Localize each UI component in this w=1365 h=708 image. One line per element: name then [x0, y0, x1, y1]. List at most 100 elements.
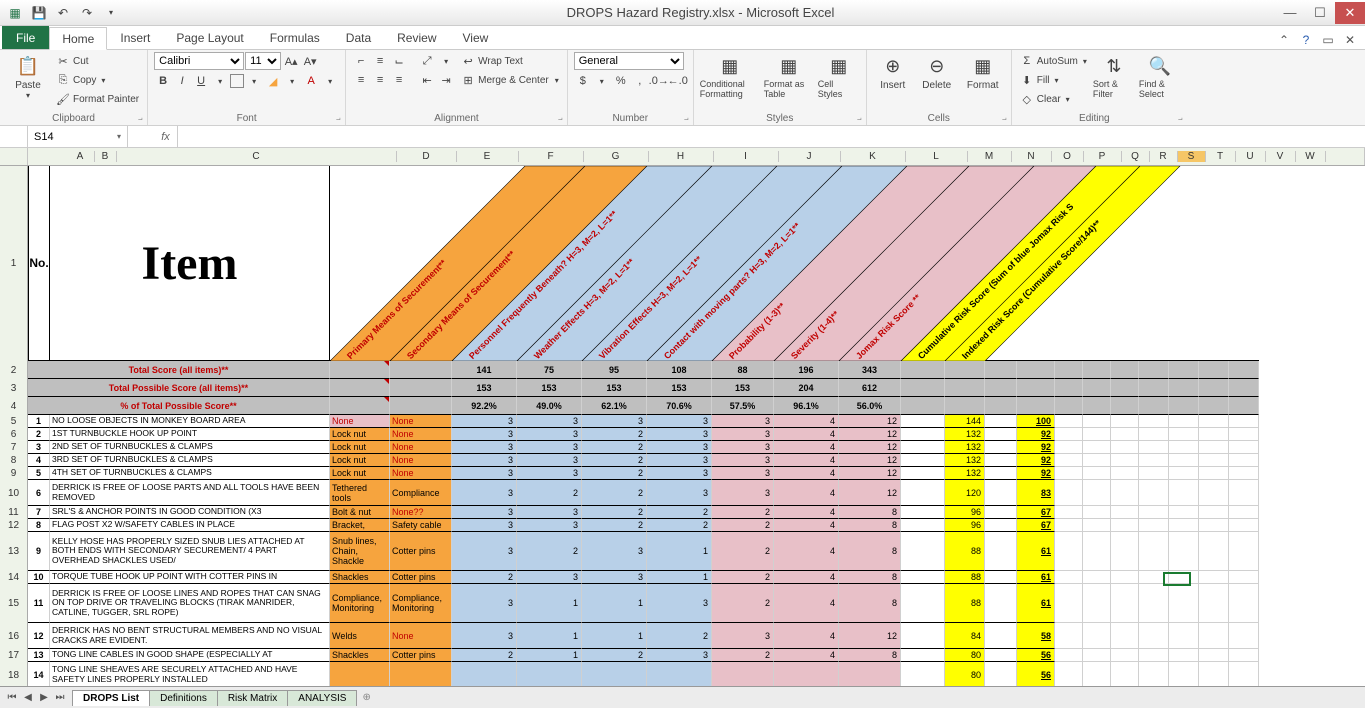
- cell[interactable]: DERRICK HAS NO BENT STRUCTURAL MEMBERS A…: [50, 623, 330, 649]
- cell[interactable]: FLAG POST X2 W/SAFETY CABLES IN PLACE: [50, 519, 330, 532]
- cell[interactable]: [1139, 415, 1169, 428]
- formula-input[interactable]: [178, 126, 1365, 147]
- cell[interactable]: [1139, 454, 1169, 467]
- cell[interactable]: [1083, 519, 1111, 532]
- cell[interactable]: 3: [712, 454, 774, 467]
- cell[interactable]: [712, 662, 774, 686]
- italic-button[interactable]: I: [173, 72, 191, 90]
- cell[interactable]: 84: [945, 623, 985, 649]
- cell[interactable]: [1229, 415, 1259, 428]
- cell[interactable]: [1229, 441, 1259, 454]
- cell[interactable]: [901, 571, 945, 584]
- cell[interactable]: [1055, 480, 1083, 506]
- ribbon-minimize-icon[interactable]: ⌃: [1275, 31, 1293, 49]
- cell[interactable]: None: [390, 623, 452, 649]
- cell[interactable]: 3: [517, 428, 582, 441]
- cell[interactable]: [452, 166, 517, 361]
- col-head-S[interactable]: S: [1178, 151, 1206, 162]
- fill-more-icon[interactable]: ▾: [283, 72, 301, 90]
- cell[interactable]: [1169, 441, 1199, 454]
- new-sheet-button[interactable]: ⊕: [356, 690, 376, 705]
- cell[interactable]: 49.0%: [517, 397, 582, 415]
- cell[interactable]: 2: [582, 467, 647, 480]
- cell[interactable]: 132: [945, 467, 985, 480]
- grow-font-button[interactable]: A▴: [282, 52, 300, 70]
- tab-formulas[interactable]: Formulas: [257, 26, 333, 49]
- cell[interactable]: Lock nut: [330, 467, 390, 480]
- cell[interactable]: [774, 166, 839, 361]
- cell[interactable]: [901, 166, 945, 361]
- cell[interactable]: 1: [647, 571, 712, 584]
- cell[interactable]: SRL'S & ANCHOR POINTS IN GOOD CONDITION …: [50, 506, 330, 519]
- spreadsheet-grid[interactable]: 1No.Item2Total Score (all items)**141759…: [0, 166, 1365, 686]
- merge-center-button[interactable]: ⊞Merge & Center▾: [459, 71, 561, 89]
- cell[interactable]: [1169, 428, 1199, 441]
- cell[interactable]: [1055, 361, 1083, 379]
- cell[interactable]: [985, 584, 1017, 623]
- qat-more-icon[interactable]: ▾: [100, 3, 122, 23]
- cell[interactable]: [985, 428, 1017, 441]
- cell[interactable]: 8: [839, 506, 901, 519]
- cell[interactable]: [582, 662, 647, 686]
- cell[interactable]: [1055, 166, 1083, 361]
- cell[interactable]: [1083, 532, 1111, 571]
- border-button[interactable]: [230, 74, 244, 88]
- delete-cells-button[interactable]: ⊖Delete: [917, 52, 957, 91]
- col-head-B[interactable]: B: [95, 151, 117, 162]
- cell[interactable]: [1139, 662, 1169, 686]
- cell[interactable]: 58: [1017, 623, 1055, 649]
- cell[interactable]: [901, 441, 945, 454]
- cell[interactable]: 56.0%: [839, 397, 901, 415]
- cell[interactable]: [901, 379, 945, 397]
- cell[interactable]: 4: [774, 467, 839, 480]
- cell[interactable]: [1111, 584, 1139, 623]
- cell[interactable]: 3: [517, 571, 582, 584]
- cell[interactable]: 2: [647, 519, 712, 532]
- cell[interactable]: [985, 480, 1017, 506]
- cell[interactable]: 2: [647, 506, 712, 519]
- row-head[interactable]: 12: [0, 519, 28, 532]
- cell[interactable]: [1111, 166, 1139, 361]
- cell[interactable]: [330, 361, 390, 379]
- cell[interactable]: 12: [839, 428, 901, 441]
- sort-filter-button[interactable]: ⇅Sort & Filter: [1093, 52, 1135, 100]
- col-head-C[interactable]: C: [117, 151, 397, 162]
- cell[interactable]: [1199, 506, 1229, 519]
- cell[interactable]: 8: [28, 519, 50, 532]
- clear-button[interactable]: ◇Clear▾: [1018, 90, 1089, 108]
- cell[interactable]: [1169, 454, 1199, 467]
- cell[interactable]: 8: [839, 571, 901, 584]
- cell[interactable]: [1055, 649, 1083, 662]
- cell[interactable]: 196: [774, 361, 839, 379]
- cell[interactable]: 2: [582, 480, 647, 506]
- cell[interactable]: 153: [452, 379, 517, 397]
- cell[interactable]: 3: [582, 571, 647, 584]
- cell[interactable]: 3: [517, 506, 582, 519]
- cell[interactable]: [1199, 166, 1229, 361]
- cell[interactable]: [1111, 361, 1139, 379]
- cell[interactable]: [1017, 397, 1055, 415]
- cell[interactable]: [330, 662, 390, 686]
- cell[interactable]: 12: [839, 415, 901, 428]
- cell[interactable]: [1169, 571, 1199, 584]
- cell[interactable]: Total Score (all items)**: [28, 361, 330, 379]
- col-head-W[interactable]: W: [1296, 151, 1326, 162]
- cell[interactable]: [985, 623, 1017, 649]
- name-box[interactable]: S14▾: [28, 126, 128, 147]
- cell[interactable]: 61: [1017, 532, 1055, 571]
- wrap-text-button[interactable]: ↩Wrap Text: [459, 52, 561, 70]
- cell[interactable]: KELLY HOSE HAS PROPERLY SIZED SNUB LIES …: [50, 532, 330, 571]
- align-center-button[interactable]: ≡: [371, 71, 389, 89]
- cell[interactable]: [1055, 662, 1083, 686]
- cell[interactable]: Bracket,: [330, 519, 390, 532]
- cell[interactable]: 3: [452, 519, 517, 532]
- cell[interactable]: None??: [390, 506, 452, 519]
- format-painter-button[interactable]: 🖌Format Painter: [54, 90, 141, 108]
- cell[interactable]: [1139, 506, 1169, 519]
- cell[interactable]: [390, 166, 452, 361]
- cell[interactable]: [1055, 397, 1083, 415]
- cell[interactable]: [1169, 649, 1199, 662]
- cell[interactable]: 5: [28, 467, 50, 480]
- col-head-O[interactable]: O: [1052, 151, 1084, 162]
- cell[interactable]: Compliance, Monitoring: [330, 584, 390, 623]
